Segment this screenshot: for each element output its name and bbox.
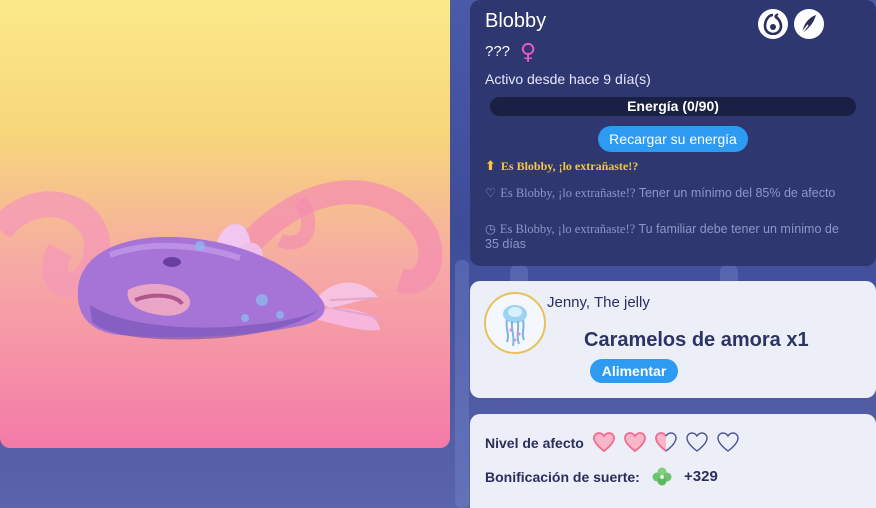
feather-quill-icon[interactable]: [794, 9, 824, 39]
requirement-lead: Es Blobby, ¡lo extrañaste!?: [499, 222, 636, 236]
food-card: Jenny, The jelly Caramelos de amora x1 A…: [470, 281, 876, 398]
top-actions: [758, 9, 824, 39]
evolution-title: ⬆ Es Blobby, ¡lo extrañaste!?: [485, 159, 638, 174]
clock-icon: ◷: [485, 221, 496, 236]
affection-label: Nivel de afecto: [485, 435, 584, 451]
heart-outline-icon: ♡: [485, 185, 497, 200]
affection-hearts: [592, 431, 740, 453]
pet-name: Blobby: [485, 10, 547, 32]
luck-label: Bonificación de suerte:: [485, 469, 640, 485]
heart-half-icon: [655, 432, 677, 453]
energy-bar: Energía (0/90): [490, 97, 856, 116]
arrow-up-circle-icon: ⬆: [485, 159, 496, 174]
heart-empty-icon: [717, 432, 739, 452]
active-since: Activo desde hace 9 día(s): [485, 71, 651, 87]
heart-empty-icon: [686, 432, 708, 452]
jellyfish-avatar: [484, 292, 546, 354]
heart-full-icon: [624, 432, 646, 453]
heart-full-icon: [593, 432, 615, 453]
evolution-requirement: ♡ Es Blobby, ¡lo extrañaste!? Tener un mí…: [485, 185, 855, 201]
stats-card: Nivel de afecto Bonificación de suerte: …: [470, 414, 876, 508]
pet-species: ???: [485, 43, 511, 60]
food-item-name: Caramelos de amora x1: [584, 329, 809, 351]
egg-swirl-icon[interactable]: [758, 9, 788, 39]
female-gender-icon: ♀: [520, 40, 537, 65]
clover-icon: [651, 466, 673, 488]
recharge-energy-button[interactable]: Recargar su energía: [598, 126, 748, 152]
evolution-title-text: Es Blobby, ¡lo extrañaste!?: [500, 159, 639, 173]
requirement-text: Tener un mínimo del 85% de afecto: [638, 186, 836, 200]
pet-portrait: [0, 0, 450, 448]
energy-label: Energía (0/90): [627, 98, 719, 114]
pet-info-card: Blobby ??? ♀ Activo desde hace 9 día(s) …: [470, 0, 876, 266]
luck-value: +329: [684, 468, 718, 485]
food-pet-name: Jenny, The jelly: [547, 294, 650, 311]
requirement-lead: Es Blobby, ¡lo extrañaste!?: [500, 186, 636, 200]
evolution-requirement: ◷ Es Blobby, ¡lo extrañaste!? Tu familiar…: [485, 221, 855, 252]
feed-button[interactable]: Alimentar: [590, 359, 678, 383]
